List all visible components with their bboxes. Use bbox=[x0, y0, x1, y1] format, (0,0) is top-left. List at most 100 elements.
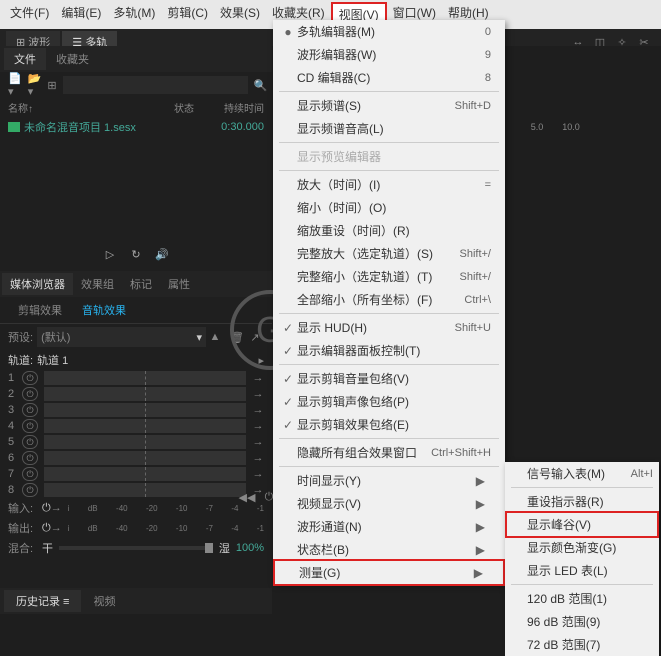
param-row[interactable]: 8 ⏻ → bbox=[8, 482, 264, 498]
tab-favorites[interactable]: 收藏夹 bbox=[46, 48, 99, 70]
submenu-item[interactable]: 信号输入表(M) Alt+I bbox=[505, 462, 659, 485]
track-menu-icon[interactable]: ▸ bbox=[258, 354, 264, 367]
param-row[interactable]: 6 ⏻ → bbox=[8, 450, 264, 466]
menu-item[interactable]: 隐藏所有组合效果窗口 Ctrl+Shift+H bbox=[273, 441, 505, 464]
menu-item[interactable]: 完整缩小（选定轨道）(T) Shift+/ bbox=[273, 265, 505, 288]
param-arrow-icon[interactable]: → bbox=[252, 388, 264, 400]
record-icon[interactable]: ⊞ bbox=[47, 76, 56, 94]
open-file-icon[interactable]: 📂▾ bbox=[28, 76, 42, 94]
tab-clip-effects[interactable]: 剪辑效果 bbox=[8, 299, 72, 321]
tab-track-effects[interactable]: 音轨效果 bbox=[72, 299, 136, 321]
menu-item[interactable]: 显示频谱(S) Shift+D bbox=[273, 94, 505, 117]
tab-history[interactable]: 历史记录 ≡ bbox=[4, 590, 81, 612]
new-file-icon[interactable]: 📄▾ bbox=[8, 76, 22, 94]
menu-multitrack[interactable]: 多轨(M) bbox=[107, 2, 161, 27]
menu-item[interactable]: ✓ 显示 HUD(H) Shift+U bbox=[273, 316, 505, 339]
submenu-item[interactable]: 显示峰谷(V) bbox=[505, 511, 659, 538]
submenu-item[interactable]: 显示颜色渐变(G) bbox=[505, 536, 659, 559]
menu-item[interactable]: 波形通道(N) ▶ bbox=[273, 515, 505, 538]
file-row[interactable]: 未命名混音项目 1.sesx 0:30.000 bbox=[0, 117, 272, 137]
output-power-icon[interactable]: ⏻ bbox=[42, 522, 51, 535]
param-lane[interactable] bbox=[44, 435, 246, 449]
menu-effects[interactable]: 效果(S) bbox=[214, 2, 266, 27]
param-lane[interactable] bbox=[44, 419, 246, 433]
menu-item[interactable]: 状态栏(B) ▶ bbox=[273, 538, 505, 561]
menu-clip[interactable]: 剪辑(C) bbox=[161, 2, 214, 27]
param-arrow-icon[interactable]: → bbox=[252, 420, 264, 432]
menu-edit[interactable]: 编辑(E) bbox=[55, 2, 107, 27]
param-lane[interactable] bbox=[44, 371, 246, 385]
param-power-icon[interactable]: ⏻ bbox=[22, 371, 38, 385]
param-row[interactable]: 2 ⏻ → bbox=[8, 386, 264, 402]
menu-item[interactable]: 缩放重设（时间）(R) bbox=[273, 219, 505, 242]
param-lane[interactable] bbox=[44, 387, 246, 401]
col-name[interactable]: 名称↑ bbox=[8, 100, 174, 115]
param-power-icon[interactable]: ⏻ bbox=[22, 435, 38, 449]
menu-item[interactable]: 视频显示(V) ▶ bbox=[273, 492, 505, 515]
menu-item[interactable]: CD 编辑器(C) 8 bbox=[273, 66, 505, 89]
param-lane[interactable] bbox=[44, 451, 246, 465]
tab-video[interactable]: 视频 bbox=[81, 590, 127, 612]
submenu-item[interactable]: 显示 LED 表(L) bbox=[505, 559, 659, 582]
mix-slider[interactable] bbox=[59, 546, 213, 550]
param-arrow-icon[interactable]: → bbox=[252, 404, 264, 416]
param-row[interactable]: 4 ⏻ → bbox=[8, 418, 264, 434]
file-search-input[interactable] bbox=[63, 76, 248, 94]
preset-select[interactable]: (默认)▾ bbox=[37, 327, 206, 347]
menu-item[interactable]: 测量(G) ▶ bbox=[273, 559, 505, 586]
menu-item[interactable]: 放大（时间）(I) = bbox=[273, 173, 505, 196]
loop-icon[interactable]: ↻ bbox=[123, 243, 149, 265]
tab-markers[interactable]: 标记 bbox=[122, 273, 160, 295]
menu-item[interactable]: 全部缩小（所有坐标）(F) Ctrl+\ bbox=[273, 288, 505, 311]
param-arrow-icon[interactable]: → bbox=[252, 452, 264, 464]
param-row[interactable]: 3 ⏻ → bbox=[8, 402, 264, 418]
menu-item[interactable]: 波形编辑器(W) 9 bbox=[273, 43, 505, 66]
play-icon[interactable]: ▷ bbox=[97, 243, 123, 265]
output-arrow-icon[interactable]: → bbox=[51, 522, 62, 534]
param-arrow-icon[interactable]: → bbox=[252, 372, 264, 384]
menu-item[interactable]: ✓ 显示剪辑音量包络(V) bbox=[273, 367, 505, 390]
tab-properties[interactable]: 属性 bbox=[160, 273, 198, 295]
param-arrow-icon[interactable]: → bbox=[252, 468, 264, 480]
auto-play-icon[interactable]: 🔊 bbox=[149, 243, 175, 265]
param-arrow-icon[interactable]: → bbox=[252, 436, 264, 448]
param-power-icon[interactable]: ⏻ bbox=[22, 451, 38, 465]
timeline-ruler[interactable]: 5.010.0 bbox=[520, 122, 661, 136]
menu-item[interactable]: 完整放大（选定轨道）(S) Shift+/ bbox=[273, 242, 505, 265]
param-row[interactable]: 5 ⏻ → bbox=[8, 434, 264, 450]
submenu-item[interactable]: 96 dB 范围(9) bbox=[505, 610, 659, 633]
menu-item[interactable]: 时间显示(Y) ▶ bbox=[273, 469, 505, 492]
param-power-icon[interactable]: ⏻ bbox=[22, 483, 38, 497]
menu-item[interactable]: 显示频谱音高(L) bbox=[273, 117, 505, 140]
track-value[interactable]: 轨道 1 bbox=[37, 352, 68, 368]
input-power-icon[interactable]: ⏻ bbox=[42, 502, 51, 515]
preset-save-icon[interactable]: ▲ bbox=[206, 329, 224, 345]
param-lane[interactable] bbox=[44, 403, 246, 417]
menu-item[interactable]: ✓ 显示编辑器面板控制(T) bbox=[273, 339, 505, 362]
param-lane[interactable] bbox=[44, 483, 246, 497]
submenu-item[interactable]: 120 dB 范围(1) bbox=[505, 587, 659, 610]
menu-item[interactable]: ● 多轨编辑器(M) 0 bbox=[273, 20, 505, 43]
param-row[interactable]: 1 ⏻ → bbox=[8, 370, 264, 386]
param-power-icon[interactable]: ⏻ bbox=[22, 387, 38, 401]
preset-delete-icon[interactable]: 🗑 bbox=[228, 329, 246, 345]
submenu-item[interactable]: 重设指示器(R) bbox=[505, 490, 659, 513]
input-arrow-icon[interactable]: → bbox=[51, 502, 62, 514]
tab-media-browser[interactable]: 媒体浏览器 bbox=[2, 273, 73, 295]
param-power-icon[interactable]: ⏻ bbox=[22, 467, 38, 481]
param-power-icon[interactable]: ⏻ bbox=[22, 419, 38, 433]
param-row[interactable]: 7 ⏻ → bbox=[8, 466, 264, 482]
col-status[interactable]: 状态 bbox=[174, 100, 214, 115]
tab-effects-group[interactable]: 效果组 bbox=[73, 273, 122, 295]
search-icon[interactable]: 🔍 bbox=[254, 76, 268, 94]
param-lane[interactable] bbox=[44, 467, 246, 481]
track-stop-icon[interactable]: ◀◀ bbox=[236, 488, 258, 506]
menu-item[interactable]: 缩小（时间）(O) bbox=[273, 196, 505, 219]
menu-item[interactable]: ✓ 显示剪辑效果包络(E) bbox=[273, 413, 505, 436]
col-duration[interactable]: 持续时间 bbox=[214, 100, 264, 115]
submenu-item[interactable]: 72 dB 范围(7) bbox=[505, 633, 659, 656]
param-power-icon[interactable]: ⏻ bbox=[22, 403, 38, 417]
preset-link-icon[interactable]: ↗ bbox=[246, 329, 264, 345]
tab-files[interactable]: 文件 bbox=[4, 48, 46, 70]
menu-item[interactable]: ✓ 显示剪辑声像包络(P) bbox=[273, 390, 505, 413]
